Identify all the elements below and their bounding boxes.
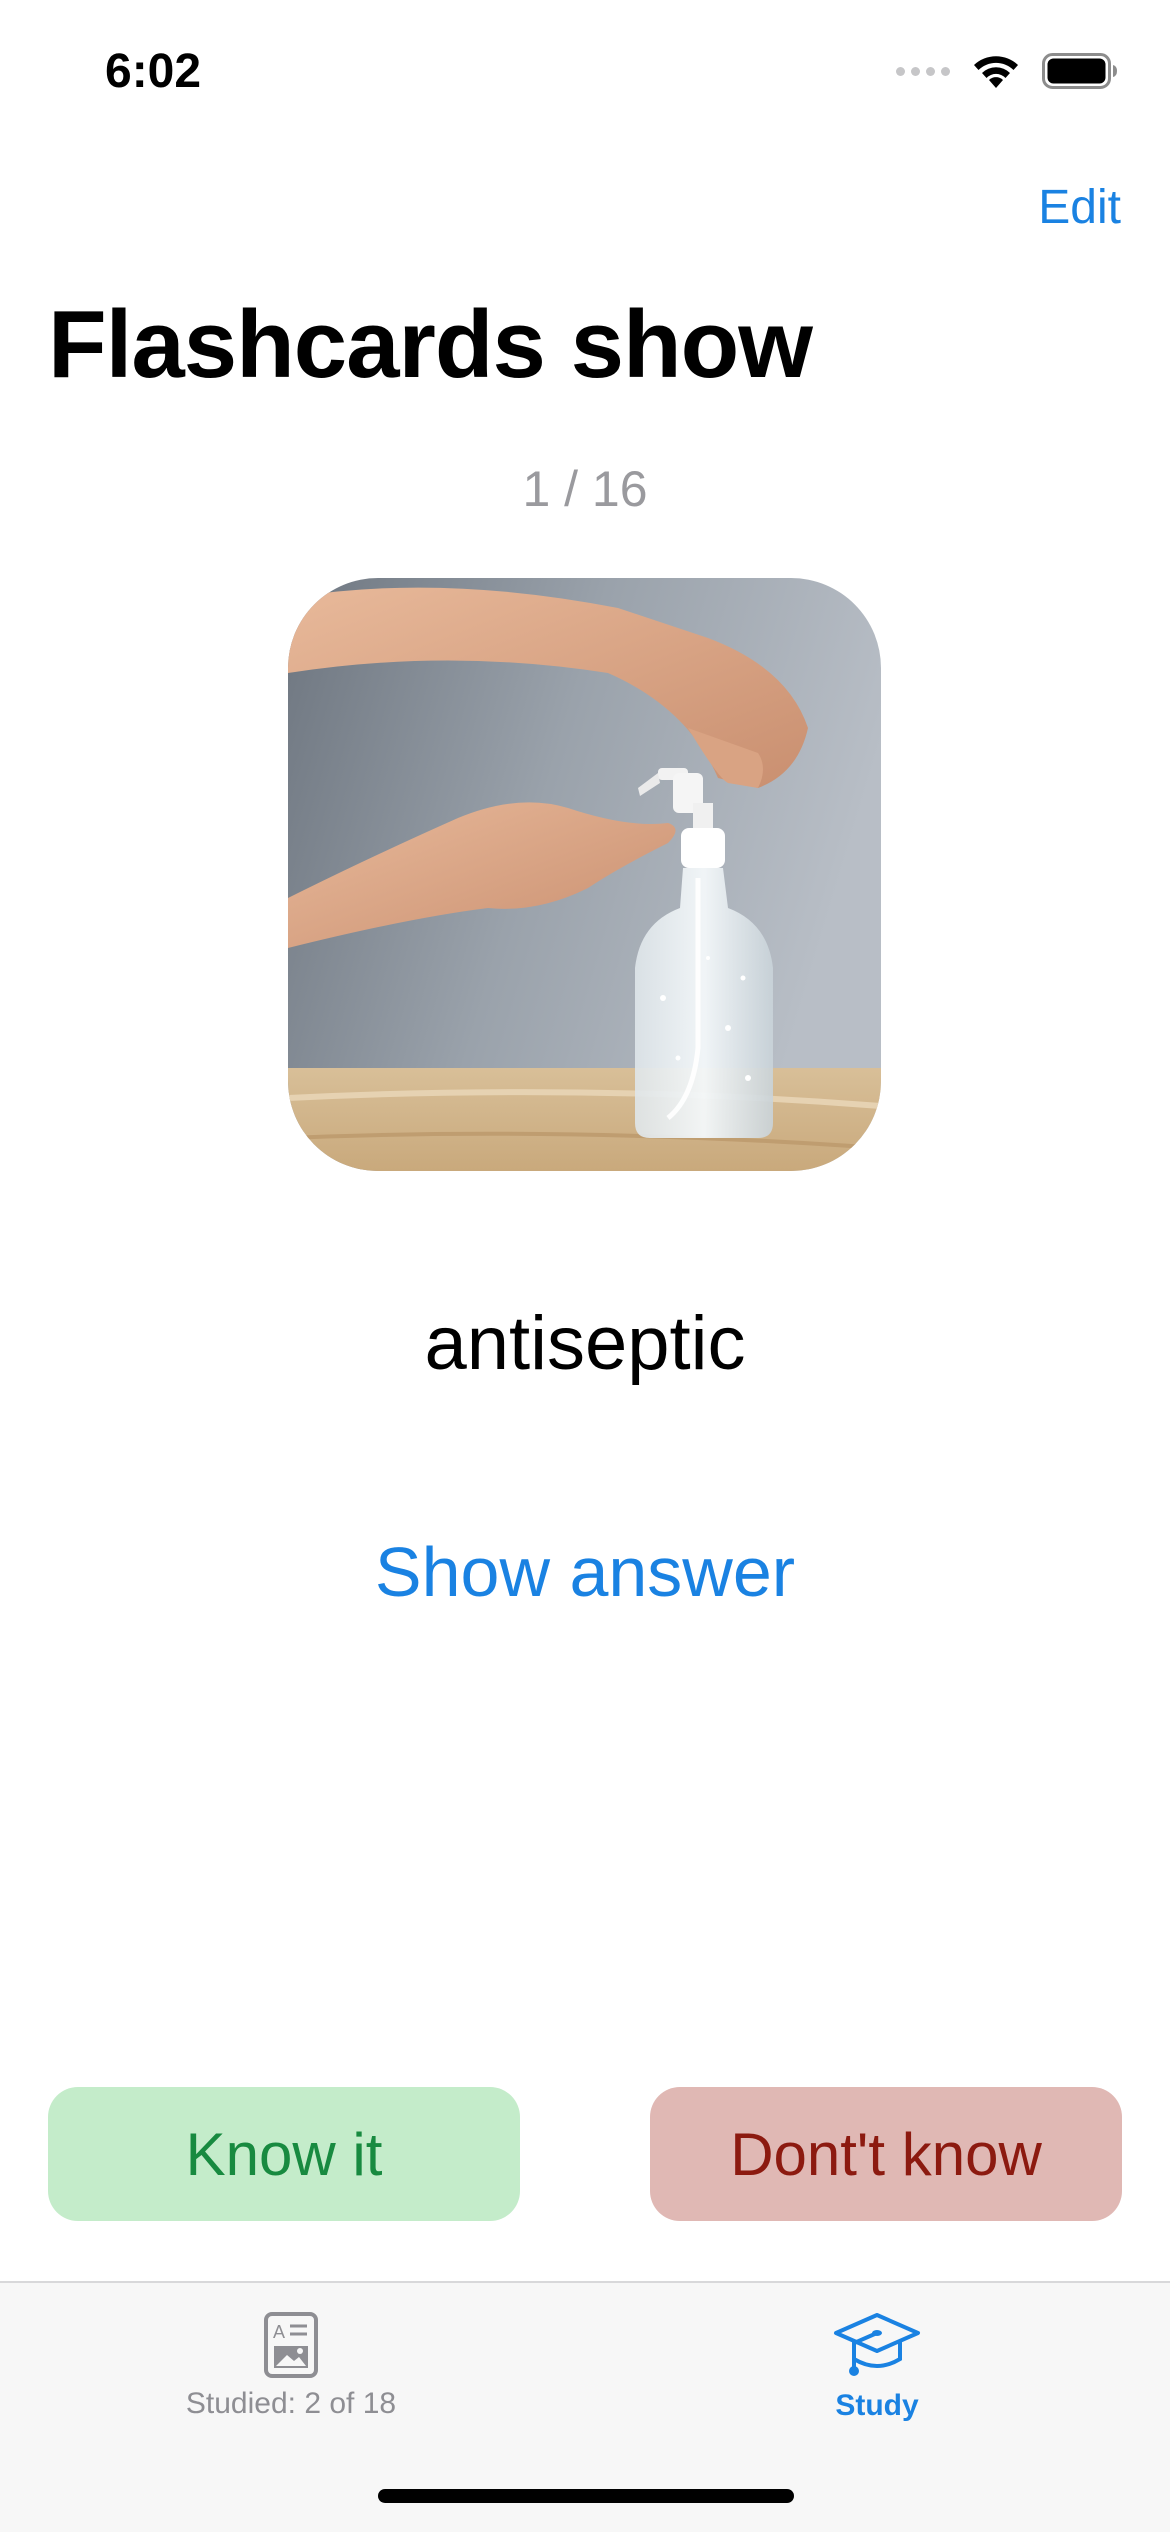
- flashcard-icon: A: [264, 2312, 318, 2378]
- card-word: antiseptic: [424, 1301, 746, 1386]
- tab-study-label: Study: [835, 2389, 919, 2422]
- card-image: [288, 578, 881, 1171]
- cellular-signal-icon: [896, 66, 950, 76]
- graduation-cap-icon: [834, 2313, 920, 2376]
- hand-sanitizer-photo: [288, 578, 881, 1171]
- battery-icon: [1042, 53, 1117, 89]
- tab-studied-label: Studied: 2 of 18: [185, 2387, 397, 2420]
- dont-know-button[interactable]: Dont't know: [650, 2087, 1122, 2221]
- tab-study[interactable]: Study: [727, 2311, 1027, 2423]
- show-answer-button[interactable]: Show answer: [0, 1532, 1170, 1612]
- home-indicator[interactable]: [378, 2489, 794, 2503]
- status-icons: [896, 52, 1118, 90]
- flashcards-screen: 6:02 Edit Flashcards show 1 / 16 antisep…: [0, 0, 1170, 2532]
- dont-know-label: Dont't know: [730, 2120, 1042, 2188]
- svg-text:A: A: [273, 2322, 285, 2342]
- edit-button[interactable]: Edit: [1038, 180, 1121, 235]
- know-it-button[interactable]: Know it: [48, 2087, 520, 2221]
- card-counter: 1 / 16: [522, 461, 648, 517]
- know-it-label: Know it: [185, 2120, 383, 2188]
- page-title: Flashcards show: [48, 291, 813, 398]
- status-time: 6:02: [105, 45, 202, 98]
- tab-studied[interactable]: A Studied: 2 of 18: [141, 2311, 441, 2421]
- wifi-icon: [974, 56, 1018, 88]
